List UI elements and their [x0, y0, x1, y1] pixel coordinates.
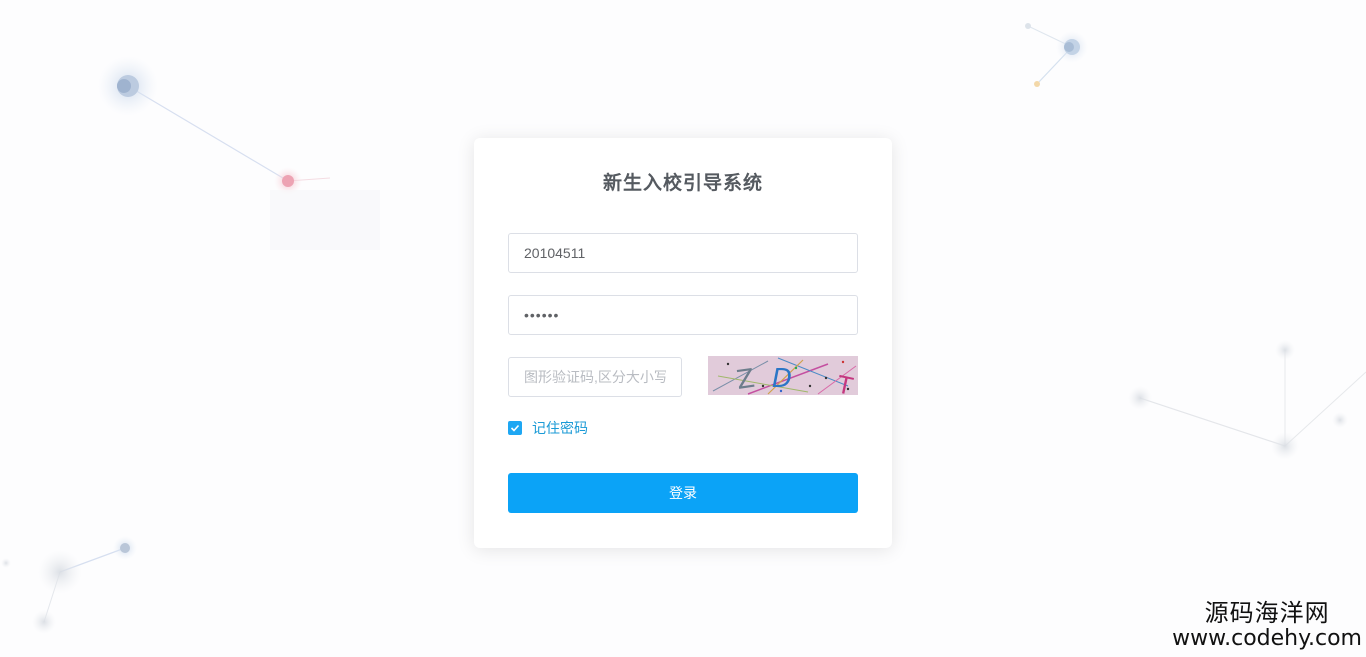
remember-password-checkbox[interactable]: 记住密码 — [508, 418, 588, 438]
watermark-site-name: 源码海洋网 — [1204, 599, 1330, 627]
captcha-image[interactable]: Z D T — [708, 356, 858, 395]
captcha-char-2: D — [772, 364, 792, 394]
username-input[interactable] — [508, 233, 858, 273]
captcha-graphic: Z D T — [708, 356, 858, 395]
system-title: 新生入校引导系统 — [602, 172, 763, 194]
watermark-url: www.codehy.com — [1172, 626, 1362, 651]
remember-password-label[interactable]: 记住密码 — [532, 418, 588, 438]
checkbox-checked-icon[interactable] — [508, 421, 522, 435]
login-card: 新生入校引导系统 Z — [474, 138, 892, 548]
watermark: 源码海洋网 www.codehy.com — [1172, 599, 1362, 651]
login-button[interactable]: 登录 — [508, 473, 858, 513]
password-input[interactable] — [508, 295, 858, 335]
captcha-input[interactable] — [508, 357, 682, 397]
login-page: 新生入校引导系统 Z — [0, 0, 1366, 657]
